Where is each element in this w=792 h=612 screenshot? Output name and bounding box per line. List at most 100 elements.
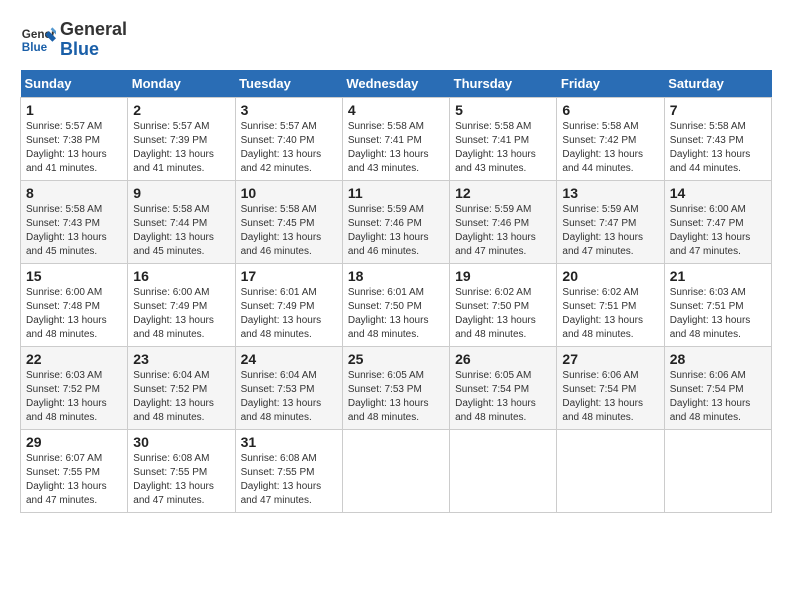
day-number: 21 bbox=[670, 268, 766, 284]
calendar-cell: 29 Sunrise: 6:07 AM Sunset: 7:55 PM Dayli… bbox=[21, 429, 128, 512]
calendar-cell: 8 Sunrise: 5:58 AM Sunset: 7:43 PM Daylig… bbox=[21, 180, 128, 263]
day-number: 2 bbox=[133, 102, 229, 118]
day-number: 15 bbox=[26, 268, 122, 284]
logo-text: General Blue bbox=[60, 20, 127, 60]
day-info: Sunrise: 5:58 AM Sunset: 7:41 PM Dayligh… bbox=[348, 120, 444, 176]
day-info: Sunrise: 6:08 AM Sunset: 7:55 PM Dayligh… bbox=[133, 452, 229, 508]
column-header-tuesday: Tuesday bbox=[235, 70, 342, 98]
day-number: 11 bbox=[348, 185, 444, 201]
day-info: Sunrise: 6:07 AM Sunset: 7:55 PM Dayligh… bbox=[26, 452, 122, 508]
calendar-cell bbox=[342, 429, 449, 512]
day-info: Sunrise: 5:58 AM Sunset: 7:43 PM Dayligh… bbox=[26, 203, 122, 259]
calendar-cell: 14 Sunrise: 6:00 AM Sunset: 7:47 PM Dayli… bbox=[664, 180, 771, 263]
day-info: Sunrise: 6:02 AM Sunset: 7:51 PM Dayligh… bbox=[562, 286, 658, 342]
day-info: Sunrise: 6:04 AM Sunset: 7:52 PM Dayligh… bbox=[133, 369, 229, 425]
calendar-cell: 7 Sunrise: 5:58 AM Sunset: 7:43 PM Daylig… bbox=[664, 97, 771, 180]
day-info: Sunrise: 6:01 AM Sunset: 7:49 PM Dayligh… bbox=[241, 286, 337, 342]
calendar-cell: 9 Sunrise: 5:58 AM Sunset: 7:44 PM Daylig… bbox=[128, 180, 235, 263]
calendar-cell: 5 Sunrise: 5:58 AM Sunset: 7:41 PM Daylig… bbox=[450, 97, 557, 180]
column-header-thursday: Thursday bbox=[450, 70, 557, 98]
day-number: 14 bbox=[670, 185, 766, 201]
day-info: Sunrise: 5:59 AM Sunset: 7:46 PM Dayligh… bbox=[348, 203, 444, 259]
day-info: Sunrise: 5:58 AM Sunset: 7:42 PM Dayligh… bbox=[562, 120, 658, 176]
calendar-cell: 4 Sunrise: 5:58 AM Sunset: 7:41 PM Daylig… bbox=[342, 97, 449, 180]
calendar-cell: 12 Sunrise: 5:59 AM Sunset: 7:46 PM Dayli… bbox=[450, 180, 557, 263]
day-info: Sunrise: 5:57 AM Sunset: 7:39 PM Dayligh… bbox=[133, 120, 229, 176]
logo-icon: General Blue bbox=[20, 22, 56, 58]
day-info: Sunrise: 6:08 AM Sunset: 7:55 PM Dayligh… bbox=[241, 452, 337, 508]
day-number: 8 bbox=[26, 185, 122, 201]
calendar-week-5: 29 Sunrise: 6:07 AM Sunset: 7:55 PM Dayli… bbox=[21, 429, 772, 512]
day-number: 5 bbox=[455, 102, 551, 118]
calendar-week-3: 15 Sunrise: 6:00 AM Sunset: 7:48 PM Dayli… bbox=[21, 263, 772, 346]
day-info: Sunrise: 5:57 AM Sunset: 7:40 PM Dayligh… bbox=[241, 120, 337, 176]
day-info: Sunrise: 6:00 AM Sunset: 7:47 PM Dayligh… bbox=[670, 203, 766, 259]
logo: General Blue General Blue bbox=[20, 20, 127, 60]
calendar-week-1: 1 Sunrise: 5:57 AM Sunset: 7:38 PM Daylig… bbox=[21, 97, 772, 180]
day-number: 24 bbox=[241, 351, 337, 367]
calendar-cell: 16 Sunrise: 6:00 AM Sunset: 7:49 PM Dayli… bbox=[128, 263, 235, 346]
calendar-cell: 3 Sunrise: 5:57 AM Sunset: 7:40 PM Daylig… bbox=[235, 97, 342, 180]
page-header: General Blue General Blue bbox=[20, 20, 772, 60]
calendar-week-2: 8 Sunrise: 5:58 AM Sunset: 7:43 PM Daylig… bbox=[21, 180, 772, 263]
day-info: Sunrise: 6:00 AM Sunset: 7:49 PM Dayligh… bbox=[133, 286, 229, 342]
day-info: Sunrise: 6:01 AM Sunset: 7:50 PM Dayligh… bbox=[348, 286, 444, 342]
day-number: 6 bbox=[562, 102, 658, 118]
day-info: Sunrise: 6:03 AM Sunset: 7:52 PM Dayligh… bbox=[26, 369, 122, 425]
day-number: 7 bbox=[670, 102, 766, 118]
svg-text:Blue: Blue bbox=[22, 41, 48, 54]
calendar-cell: 18 Sunrise: 6:01 AM Sunset: 7:50 PM Dayli… bbox=[342, 263, 449, 346]
calendar-cell: 22Sunrise: 6:03 AM Sunset: 7:52 PM Dayli… bbox=[21, 346, 128, 429]
day-number: 3 bbox=[241, 102, 337, 118]
column-header-monday: Monday bbox=[128, 70, 235, 98]
day-info: Sunrise: 6:06 AM Sunset: 7:54 PM Dayligh… bbox=[670, 369, 766, 425]
day-number: 18 bbox=[348, 268, 444, 284]
calendar-cell: 31 Sunrise: 6:08 AM Sunset: 7:55 PM Dayli… bbox=[235, 429, 342, 512]
calendar-cell: 19 Sunrise: 6:02 AM Sunset: 7:50 PM Dayli… bbox=[450, 263, 557, 346]
day-info: Sunrise: 5:58 AM Sunset: 7:43 PM Dayligh… bbox=[670, 120, 766, 176]
calendar-cell: 26Sunrise: 6:05 AM Sunset: 7:54 PM Dayli… bbox=[450, 346, 557, 429]
day-info: Sunrise: 6:04 AM Sunset: 7:53 PM Dayligh… bbox=[241, 369, 337, 425]
day-info: Sunrise: 6:05 AM Sunset: 7:54 PM Dayligh… bbox=[455, 369, 551, 425]
day-info: Sunrise: 5:59 AM Sunset: 7:46 PM Dayligh… bbox=[455, 203, 551, 259]
column-header-wednesday: Wednesday bbox=[342, 70, 449, 98]
calendar-cell: 21Sunrise: 6:03 AM Sunset: 7:51 PM Dayli… bbox=[664, 263, 771, 346]
day-info: Sunrise: 6:00 AM Sunset: 7:48 PM Dayligh… bbox=[26, 286, 122, 342]
calendar-cell: 27Sunrise: 6:06 AM Sunset: 7:54 PM Dayli… bbox=[557, 346, 664, 429]
day-number: 19 bbox=[455, 268, 551, 284]
calendar-cell: 20 Sunrise: 6:02 AM Sunset: 7:51 PM Dayli… bbox=[557, 263, 664, 346]
calendar-cell bbox=[664, 429, 771, 512]
column-header-sunday: Sunday bbox=[21, 70, 128, 98]
day-number: 30 bbox=[133, 434, 229, 450]
day-number: 27 bbox=[562, 351, 658, 367]
column-header-saturday: Saturday bbox=[664, 70, 771, 98]
calendar-cell: 1 Sunrise: 5:57 AM Sunset: 7:38 PM Daylig… bbox=[21, 97, 128, 180]
calendar-cell: 25Sunrise: 6:05 AM Sunset: 7:53 PM Dayli… bbox=[342, 346, 449, 429]
calendar-cell bbox=[557, 429, 664, 512]
day-info: Sunrise: 5:58 AM Sunset: 7:41 PM Dayligh… bbox=[455, 120, 551, 176]
day-number: 4 bbox=[348, 102, 444, 118]
day-info: Sunrise: 6:02 AM Sunset: 7:50 PM Dayligh… bbox=[455, 286, 551, 342]
calendar-week-4: 22Sunrise: 6:03 AM Sunset: 7:52 PM Dayli… bbox=[21, 346, 772, 429]
day-number: 20 bbox=[562, 268, 658, 284]
calendar-cell: 23 Sunrise: 6:04 AM Sunset: 7:52 PM Dayli… bbox=[128, 346, 235, 429]
day-info: Sunrise: 5:57 AM Sunset: 7:38 PM Dayligh… bbox=[26, 120, 122, 176]
day-number: 10 bbox=[241, 185, 337, 201]
day-number: 23 bbox=[133, 351, 229, 367]
day-number: 31 bbox=[241, 434, 337, 450]
calendar-cell: 28Sunrise: 6:06 AM Sunset: 7:54 PM Dayli… bbox=[664, 346, 771, 429]
calendar-cell: 15 Sunrise: 6:00 AM Sunset: 7:48 PM Dayli… bbox=[21, 263, 128, 346]
calendar-cell: 30 Sunrise: 6:08 AM Sunset: 7:55 PM Dayli… bbox=[128, 429, 235, 512]
day-number: 13 bbox=[562, 185, 658, 201]
day-number: 29 bbox=[26, 434, 122, 450]
day-number: 12 bbox=[455, 185, 551, 201]
calendar-cell bbox=[450, 429, 557, 512]
calendar-cell: 24 Sunrise: 6:04 AM Sunset: 7:53 PM Dayli… bbox=[235, 346, 342, 429]
day-info: Sunrise: 5:58 AM Sunset: 7:44 PM Dayligh… bbox=[133, 203, 229, 259]
day-number: 9 bbox=[133, 185, 229, 201]
calendar-cell: 6 Sunrise: 5:58 AM Sunset: 7:42 PM Daylig… bbox=[557, 97, 664, 180]
calendar-cell: 17Sunrise: 6:01 AM Sunset: 7:49 PM Dayli… bbox=[235, 263, 342, 346]
day-number: 16 bbox=[133, 268, 229, 284]
day-number: 1 bbox=[26, 102, 122, 118]
day-info: Sunrise: 6:05 AM Sunset: 7:53 PM Dayligh… bbox=[348, 369, 444, 425]
